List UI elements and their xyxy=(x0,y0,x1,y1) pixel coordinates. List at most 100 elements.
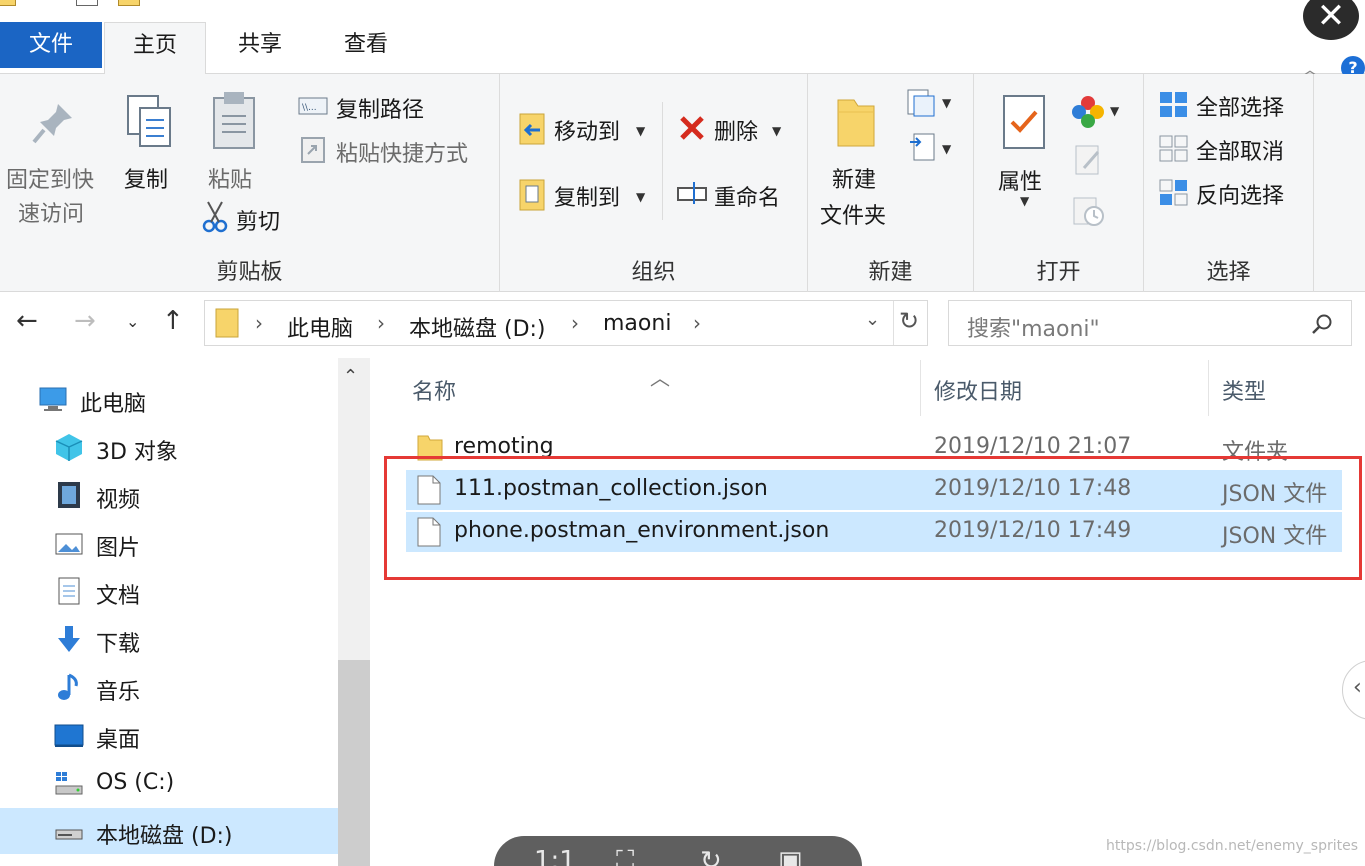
tab-share[interactable]: 共享 xyxy=(210,22,310,74)
search-input[interactable]: 搜索"maoni" xyxy=(967,311,1100,343)
properties-icon xyxy=(1003,95,1045,149)
easy-access-dropdown-icon[interactable]: ▼ xyxy=(942,142,951,156)
recent-locations-chevron-icon[interactable]: ⌄ xyxy=(126,312,139,331)
desktop-icon xyxy=(54,724,84,747)
column-divider[interactable] xyxy=(1208,360,1209,416)
nav-item-music[interactable]: 音乐 xyxy=(0,664,338,710)
drive-icon xyxy=(55,772,83,795)
select-none-button[interactable]: 全部取消 xyxy=(1196,134,1284,166)
rotate-icon[interactable]: ↻ xyxy=(700,846,722,866)
new-folder-label2[interactable]: 文件夹 xyxy=(820,198,886,230)
select-all-icon xyxy=(1160,92,1187,117)
drive-icon xyxy=(55,829,83,840)
search-box[interactable]: 搜索"maoni" xyxy=(948,300,1352,346)
paste-button[interactable]: 粘贴 xyxy=(208,162,252,194)
open-icon[interactable] xyxy=(1070,94,1106,130)
tab-home[interactable]: 主页 xyxy=(104,22,206,76)
breadcrumb-separator-icon[interactable]: › xyxy=(693,311,701,335)
picture-icon xyxy=(55,533,83,555)
nav-item-local-disk-d[interactable]: 本地磁盘 (D:) xyxy=(0,808,338,854)
breadcrumb-separator-icon[interactable]: › xyxy=(571,311,579,335)
nav-item-label: 此电脑 xyxy=(80,392,147,417)
ribbon-tabs: 文件 主页 共享 查看 ︿ ? xyxy=(0,20,1365,81)
nav-item-downloads[interactable]: 下载 xyxy=(0,616,338,662)
organize-group: 移动到 ▼ 复制到 ▼ 删除 ▼ 重命名 组织 xyxy=(500,74,808,292)
copy-to-icon xyxy=(519,179,545,211)
save-icon[interactable]: ▣ xyxy=(778,846,803,866)
refresh-icon[interactable]: ↻ xyxy=(899,307,919,335)
select-all-button[interactable]: 全部选择 xyxy=(1196,90,1284,122)
nav-item-pictures[interactable]: 图片 xyxy=(0,520,338,566)
cut-button[interactable]: 剪切 xyxy=(236,204,280,236)
tab-view[interactable]: 查看 xyxy=(316,22,416,74)
back-arrow-icon[interactable]: ← xyxy=(16,306,38,336)
properties-icon[interactable] xyxy=(76,0,98,6)
copy-to-dropdown-icon[interactable]: ▼ xyxy=(636,190,645,204)
chevron-left-icon: ‹ xyxy=(1353,675,1362,700)
pin-quick-access-label2[interactable]: 速访问 xyxy=(18,196,84,228)
nav-pane-scrollbar-thumb[interactable] xyxy=(338,660,370,866)
column-header-name[interactable]: 名称 xyxy=(412,374,456,406)
computer-icon xyxy=(39,387,67,411)
nav-item-videos[interactable]: 视频 xyxy=(0,472,338,518)
breadcrumb-separator-icon[interactable]: › xyxy=(255,311,263,335)
up-arrow-icon[interactable]: ↑ xyxy=(162,306,184,336)
copy-to-button[interactable]: 复制到 xyxy=(554,180,620,212)
properties-dropdown-icon[interactable]: ▼ xyxy=(1020,194,1029,208)
invert-selection-icon xyxy=(1159,179,1188,206)
select-group: 全部选择 全部取消 反向选择 选择 xyxy=(1144,74,1314,292)
forward-arrow-icon[interactable]: → xyxy=(74,306,96,336)
breadcrumb-this-pc[interactable]: 此电脑 xyxy=(287,311,353,343)
image-viewer-toolbar: 1:1 ⛶ ↻ ▣ xyxy=(494,836,862,866)
pin-quick-access-label1[interactable]: 固定到快 xyxy=(6,162,94,194)
breadcrumb-local-disk-d[interactable]: 本地磁盘 (D:) xyxy=(409,311,546,343)
folder-icon xyxy=(215,308,239,338)
open-dropdown-icon[interactable]: ▼ xyxy=(1110,104,1119,118)
paste-shortcut-button[interactable]: 粘贴快捷方式 xyxy=(336,136,468,168)
address-history-chevron-icon[interactable]: ⌄ xyxy=(865,309,880,330)
column-header-modified[interactable]: 修改日期 xyxy=(934,374,1022,406)
new-folder-icon[interactable] xyxy=(118,0,140,6)
move-to-dropdown-icon[interactable]: ▼ xyxy=(636,124,645,138)
new-group-label: 新建 xyxy=(868,260,913,285)
column-divider[interactable] xyxy=(920,360,921,416)
nav-item-label: 桌面 xyxy=(96,728,141,753)
column-header-type[interactable]: 类型 xyxy=(1222,374,1266,406)
edit-icon[interactable] xyxy=(1074,144,1104,178)
nav-item-this-pc[interactable]: 此电脑 xyxy=(0,376,338,422)
rename-icon xyxy=(677,182,707,204)
new-item-dropdown-icon[interactable]: ▼ xyxy=(942,96,951,110)
scroll-up-icon[interactable]: ⌃ xyxy=(343,366,358,387)
copy-button[interactable]: 复制 xyxy=(124,162,168,194)
tab-file[interactable]: 文件 xyxy=(0,22,102,68)
move-to-button[interactable]: 移动到 xyxy=(554,114,620,146)
breadcrumb-maoni[interactable]: maoni xyxy=(603,311,671,336)
easy-access-icon[interactable] xyxy=(908,132,938,164)
organize-group-label: 组织 xyxy=(631,260,676,285)
nav-item-desktop[interactable]: 桌面 xyxy=(0,712,338,758)
history-icon[interactable] xyxy=(1072,194,1106,228)
copy-path-button[interactable]: 复制路径 xyxy=(336,92,424,124)
invert-selection-button[interactable]: 反向选择 xyxy=(1196,178,1284,210)
cube-icon xyxy=(55,434,83,461)
zoom-actual-size-button[interactable]: 1:1 xyxy=(534,846,576,866)
nav-item-label: 3D 对象 xyxy=(96,440,178,465)
delete-dropdown-icon[interactable]: ▼ xyxy=(772,124,781,138)
nav-item-documents[interactable]: 文档 xyxy=(0,568,338,614)
folder-icon[interactable] xyxy=(0,0,16,6)
nav-item-os-c[interactable]: OS (C:) xyxy=(0,760,338,806)
rename-button[interactable]: 重命名 xyxy=(714,180,780,212)
search-icon[interactable] xyxy=(1311,313,1333,335)
properties-button[interactable]: 属性 xyxy=(998,164,1042,196)
address-bar[interactable]: › 此电脑 › 本地磁盘 (D:) › maoni › ⌄ ↻ xyxy=(204,300,928,346)
delete-button[interactable]: 删除 xyxy=(714,114,758,146)
fit-window-icon[interactable]: ⛶ xyxy=(616,846,634,866)
title-bar: ✕ xyxy=(0,0,1365,40)
nav-item-label: 音乐 xyxy=(96,680,141,705)
breadcrumb-separator-icon[interactable]: › xyxy=(377,311,385,335)
new-item-icon[interactable] xyxy=(906,88,940,118)
nav-item-3d-objects[interactable]: 3D 对象 xyxy=(0,424,338,470)
new-folder-label1[interactable]: 新建 xyxy=(832,162,876,194)
sort-ascending-icon: ︿ xyxy=(650,366,670,390)
open-group: 属性 ▼ ▼ 打开 xyxy=(974,74,1144,292)
